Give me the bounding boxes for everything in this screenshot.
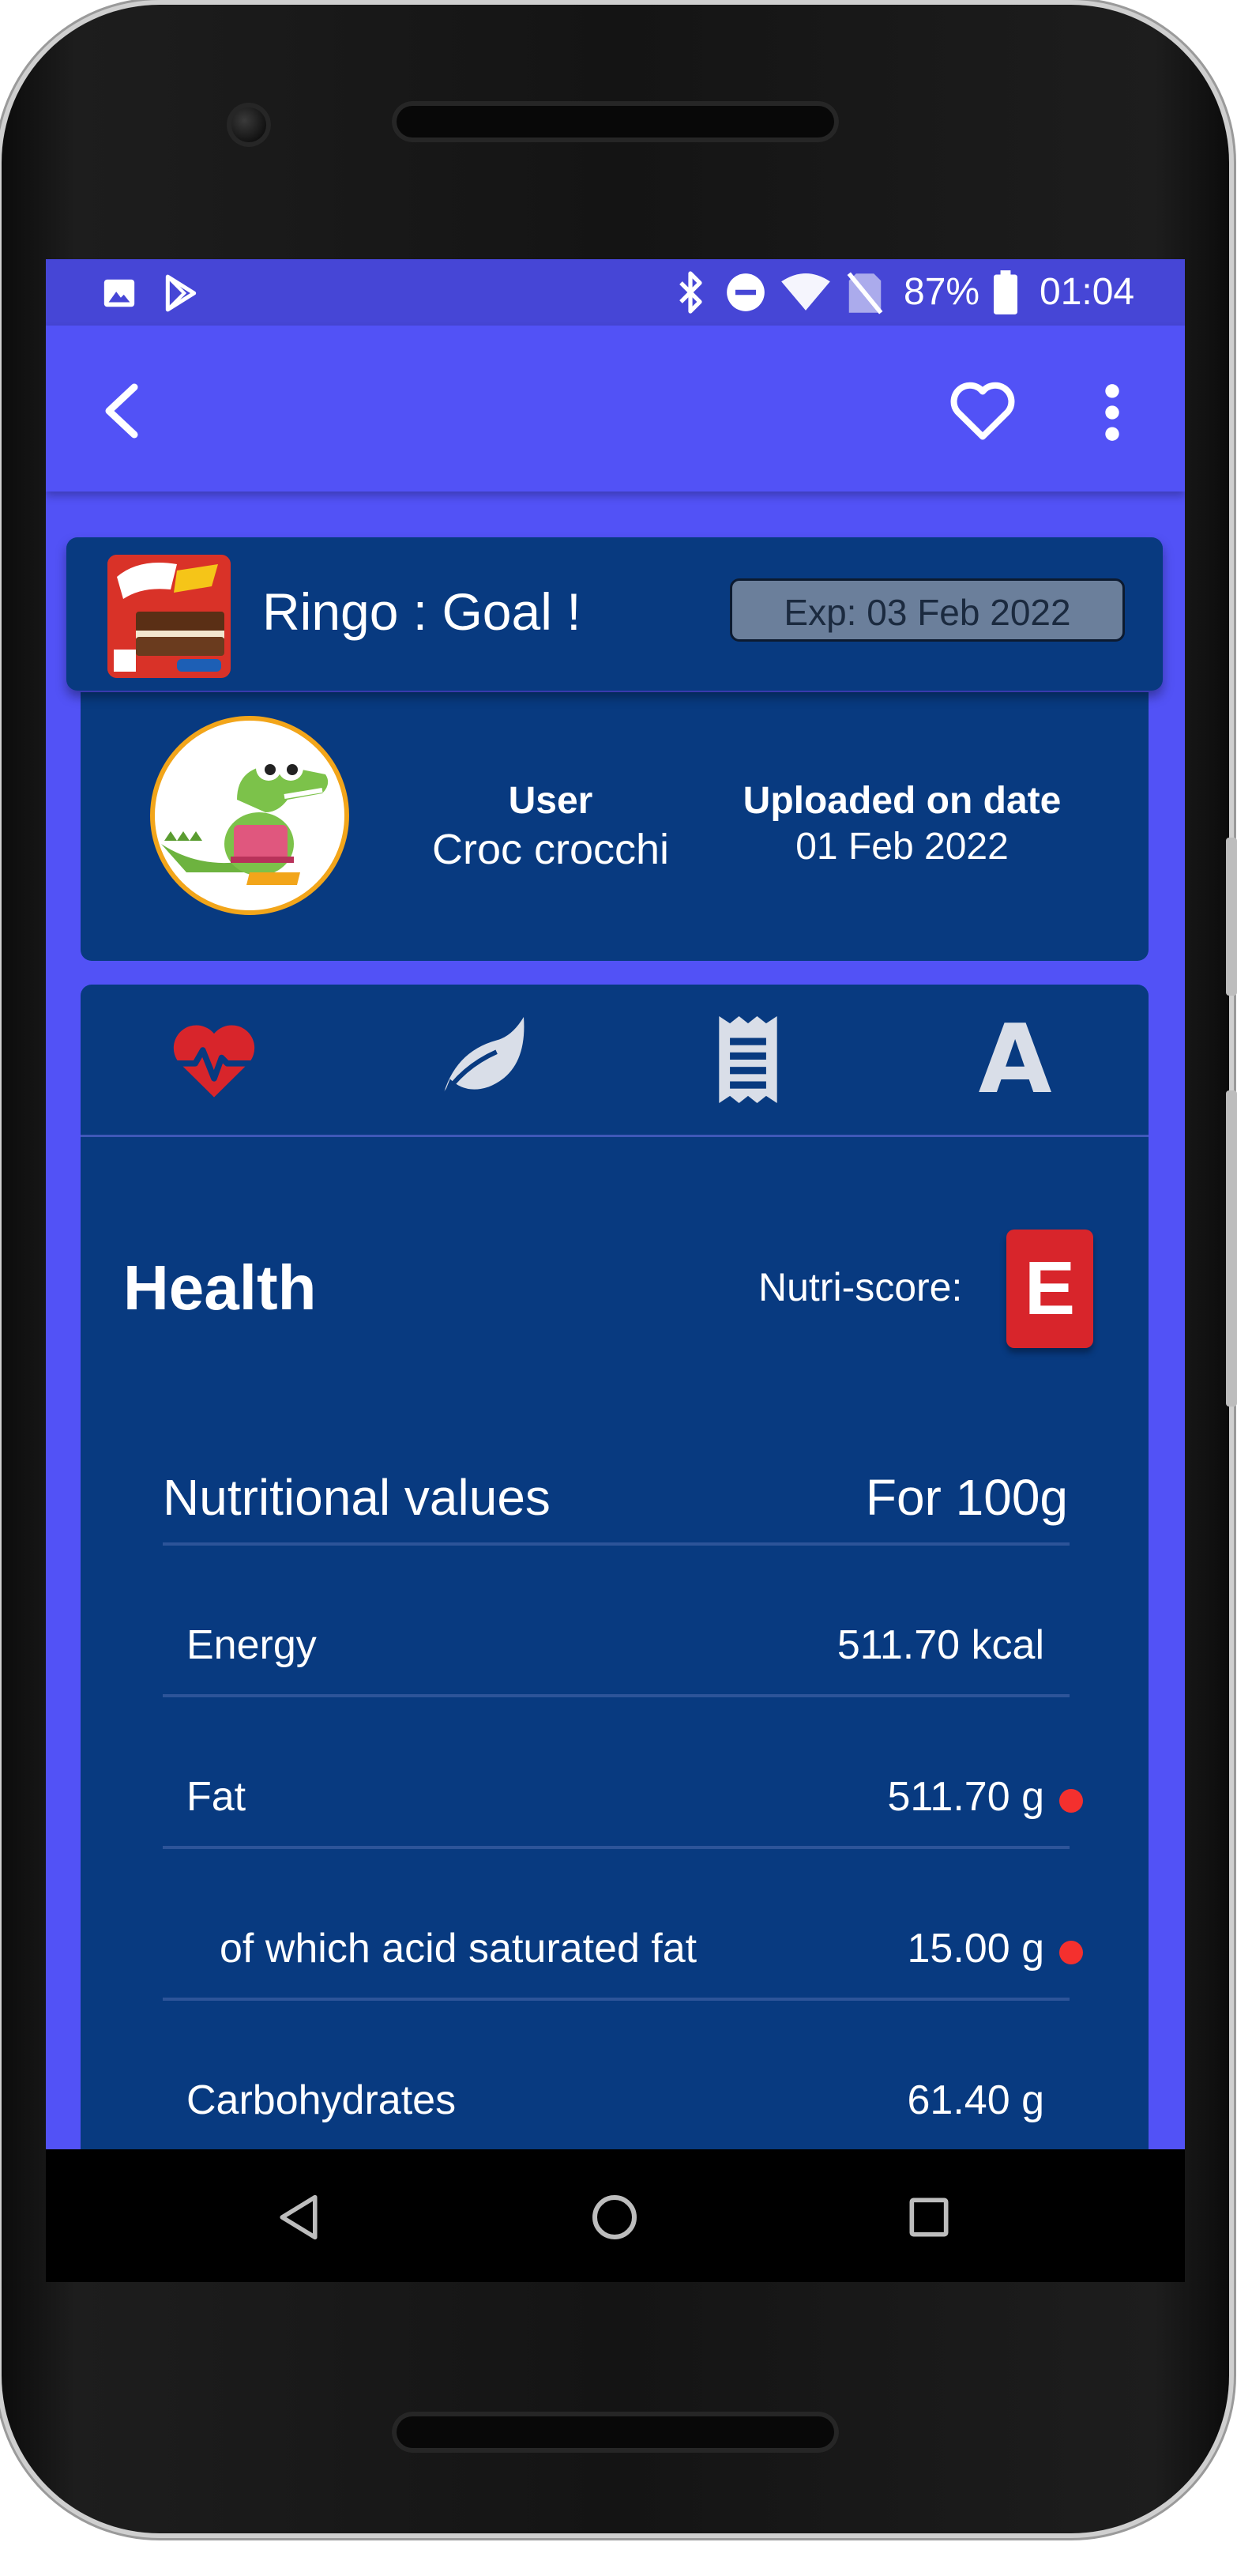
bottom-speaker (392, 2412, 839, 2453)
nutrient-name: Energy (186, 1622, 317, 1668)
expiry-badge: Exp: 03 Feb 2022 (730, 578, 1125, 642)
tab-nutrition-grade[interactable]: A (882, 985, 1149, 1135)
nutri-score-label: Nutri-score: (758, 1265, 963, 1309)
nutrient-value: 511.70 g (887, 1774, 1044, 1820)
tab-environment[interactable] (348, 985, 615, 1135)
leaf-icon (440, 1017, 525, 1100)
front-camera (227, 103, 271, 147)
volume-button (1226, 1090, 1237, 1407)
upload-date-label: Uploaded on date (743, 780, 1062, 822)
heart-pulse-icon (172, 1025, 256, 1098)
nutrient-name: Fat (186, 1774, 246, 1820)
nutrient-name: of which acid saturated fat (220, 1926, 697, 1972)
bluetooth-icon (679, 271, 702, 314)
tab-ingredients[interactable] (615, 985, 882, 1135)
warning-dot-icon (1059, 1941, 1083, 1964)
power-button (1226, 838, 1237, 996)
user-label: User (508, 780, 593, 822)
nutrient-value: 61.40 g (907, 2077, 1045, 2123)
ringo-package-image (107, 555, 231, 678)
nutrient-value: 15.00 g (907, 1926, 1045, 1972)
system-nav-bar (46, 2149, 1185, 2282)
recents-square-icon[interactable] (908, 2197, 949, 2238)
dnd-icon (727, 273, 765, 311)
nutrient-value: 511.70 kcal (837, 1622, 1044, 1668)
product-name: Ringo : Goal ! (262, 582, 581, 641)
product-detail-card: A Health Nutri-score: E Nutritional valu… (81, 985, 1149, 2282)
receipt-icon (719, 1016, 777, 1103)
battery-percent: 87% (904, 271, 980, 313)
tab-health[interactable] (81, 985, 348, 1135)
product-header: Ringo : Goal ! Exp: 03 Feb 2022 (66, 537, 1163, 691)
row-divider (163, 1542, 1070, 1546)
back-arrow-icon[interactable] (100, 382, 141, 439)
avatar (150, 716, 349, 915)
product-image (107, 555, 231, 678)
row-divider (163, 1694, 1070, 1697)
nutri-score-badge: E (1006, 1230, 1093, 1348)
back-triangle-icon[interactable] (276, 2194, 321, 2241)
section-title: Health (123, 1252, 317, 1323)
nutrient-name: Carbohydrates (186, 2077, 457, 2123)
row-divider (163, 1846, 1070, 1849)
warning-dot-icon (1059, 1789, 1083, 1813)
earpiece-speaker (392, 101, 839, 142)
crocodile-avatar-image (161, 755, 329, 885)
home-circle-icon[interactable] (591, 2194, 638, 2241)
nutrition-table-header: Nutritional values (163, 1469, 551, 1526)
upload-date: 01 Feb 2022 (795, 826, 1009, 868)
battery-icon (994, 270, 1017, 314)
more-vert-icon[interactable] (1101, 382, 1123, 443)
letter-a-icon: A (978, 1004, 1052, 1115)
app-bar (46, 326, 1185, 491)
screen: 87% 01:04 User Croc crocchi Uploaded on … (46, 259, 1185, 2282)
row-divider (163, 1998, 1070, 2001)
wifi-icon (781, 273, 830, 311)
uploader-card: User Croc crocchi Uploaded on date 01 Fe… (81, 692, 1149, 961)
no-sim-icon (847, 272, 883, 314)
image-icon (103, 279, 135, 307)
heart-outline-icon[interactable] (948, 378, 1017, 441)
status-time: 01:04 (1040, 271, 1135, 313)
status-bar: 87% 01:04 (46, 259, 1185, 326)
play-store-icon (165, 274, 197, 312)
nutrition-per-100g-header: For 100g (865, 1469, 1068, 1526)
user-name: Croc crocchi (431, 826, 670, 873)
tab-divider (81, 1135, 1149, 1137)
